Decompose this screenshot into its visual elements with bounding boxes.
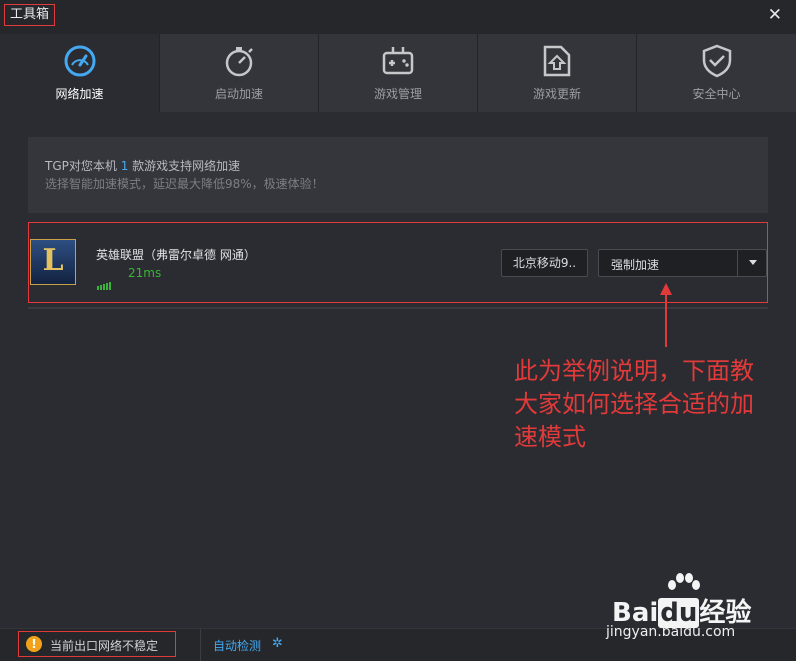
tab-bar: 网络加速 启动加速 游戏管理 游戏更新 安全中心: [0, 34, 796, 113]
baidu-jingyan-watermark: Baidu经验 jingyan.baidu.com: [584, 572, 784, 642]
annotation-arrow-icon: [660, 283, 672, 347]
tab-label: 游戏管理: [373, 87, 422, 101]
game-logo-icon: L: [30, 239, 76, 285]
network-warning: ! 当前出口网络不稳定: [18, 631, 176, 657]
status-divider: [200, 629, 201, 661]
warning-icon: !: [26, 636, 42, 652]
supported-games-count: 1: [120, 159, 129, 173]
info-subtitle: 选择智能加速模式，延迟最大降低98%，极速体验！: [45, 177, 324, 191]
tab-label: 网络加速: [55, 87, 104, 101]
server-select-button[interactable]: 北京移动9..: [501, 249, 588, 277]
info-panel: TGP对您本机 1 款游戏支持网络加速 选择智能加速模式，延迟最大降低98%，极…: [28, 137, 768, 213]
watermark-url: jingyan.baidu.com: [606, 624, 736, 640]
supported-games-text: TGP对您本机 1 款游戏支持网络加速: [45, 157, 768, 175]
annotation-text: 此为举例说明，下面教大家如何选择合适的加速模式: [514, 357, 754, 451]
game-name: 英雄联盟（弗雷尔卓德 网通）: [96, 248, 256, 262]
gamepad-icon: [382, 47, 414, 75]
acceleration-mode-value: 强制加速: [611, 258, 660, 272]
gear-icon[interactable]: ✲: [272, 636, 283, 651]
tab-label: 启动加速: [214, 87, 263, 101]
tab-label: 安全中心: [692, 87, 741, 101]
chevron-down-icon[interactable]: [749, 260, 757, 265]
tab-security-center[interactable]: 安全中心: [636, 34, 796, 112]
acceleration-mode-select[interactable]: 强制加速: [598, 249, 767, 277]
signal-strength-icon: [97, 271, 112, 290]
tab-game-update[interactable]: 游戏更新: [477, 34, 636, 112]
window-title: 工具箱: [4, 4, 56, 26]
warning-text: 当前出口网络不稳定: [50, 639, 159, 653]
info-suffix: 款游戏支持网络加速: [132, 159, 241, 173]
speedometer-icon: [64, 45, 95, 77]
shield-check-icon: [702, 44, 731, 78]
tab-network-acceleration[interactable]: 网络加速: [0, 34, 159, 113]
info-prefix: TGP对您本机: [45, 159, 117, 173]
stopwatch-icon: [225, 47, 253, 77]
game-logo-letter: L: [42, 243, 64, 278]
close-icon[interactable]: ✕: [768, 5, 782, 25]
title-bar: 工具箱 ✕: [0, 0, 796, 34]
update-folder-icon: [543, 45, 571, 77]
ping-value: 21ms: [128, 266, 162, 280]
select-divider: [737, 250, 738, 276]
auto-detect-link[interactable]: 自动检测: [213, 637, 261, 654]
tab-startup-acceleration[interactable]: 启动加速: [159, 34, 318, 112]
tab-game-management[interactable]: 游戏管理: [318, 34, 477, 112]
tab-label: 游戏更新: [532, 87, 581, 101]
